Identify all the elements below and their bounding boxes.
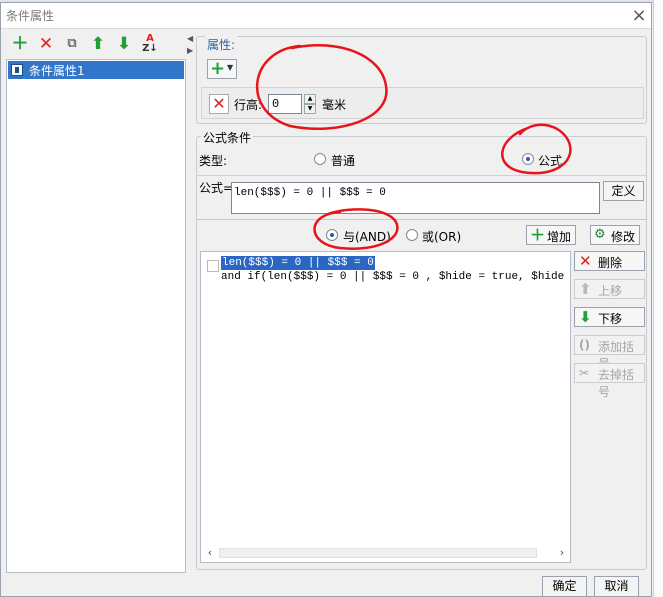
add-condition-button[interactable]: ＋ 增加 bbox=[526, 225, 576, 245]
condition-list-panel: 条件属性1 bbox=[6, 59, 186, 573]
define-button[interactable]: 定义 bbox=[603, 181, 644, 201]
add-property-dropdown[interactable]: + ▼ bbox=[207, 58, 237, 79]
expand-right-icon[interactable]: ▶ bbox=[187, 46, 193, 55]
move-down-icon[interactable]: ⬇ bbox=[114, 34, 134, 54]
window-title: 条件属性 bbox=[6, 9, 55, 23]
list-item[interactable]: and if(len($$$) = 0 || $$$ = 0 , $hide =… bbox=[221, 270, 570, 284]
copy-icon[interactable]: ⧉ bbox=[62, 34, 82, 54]
add-icon[interactable]: ＋ bbox=[10, 34, 30, 54]
ok-button[interactable]: 确定 bbox=[542, 576, 587, 597]
properties-legend: 属性: bbox=[205, 36, 238, 53]
condition-legend: 公式条件 bbox=[201, 129, 254, 146]
type-label: 类型: bbox=[199, 154, 228, 168]
plus-icon: ＋ bbox=[530, 226, 546, 244]
list-item[interactable]: len($$$) = 0 || $$$ = 0 bbox=[221, 256, 375, 270]
cancel-button[interactable]: 取消 bbox=[594, 576, 639, 597]
logic-or-radio[interactable] bbox=[406, 229, 418, 241]
horizontal-scrollbar[interactable]: ‹ › bbox=[201, 544, 570, 562]
plus-icon: + bbox=[210, 58, 226, 79]
divider bbox=[197, 175, 646, 176]
divider bbox=[197, 219, 646, 220]
scroll-right-icon[interactable]: › bbox=[555, 546, 569, 560]
row-checkbox[interactable] bbox=[207, 260, 219, 272]
spin-up-icon[interactable]: ▲ bbox=[304, 94, 316, 104]
type-formula-radio[interactable] bbox=[522, 153, 534, 165]
move-down-button[interactable]: ⬇ 下移 bbox=[574, 307, 645, 327]
type-normal-label[interactable]: 普通 bbox=[331, 152, 355, 169]
move-down-label: 下移 bbox=[598, 312, 623, 326]
title-bar: 条件属性 × bbox=[1, 3, 651, 29]
scroll-left-icon[interactable]: ‹ bbox=[203, 546, 217, 560]
move-up-icon: ⬆ bbox=[579, 280, 592, 298]
close-icon[interactable]: × bbox=[629, 6, 649, 26]
remove-parentheses-label: 去掉括号 bbox=[598, 368, 635, 399]
left-toolbar: ＋ ✕ ⧉ ⬆ ⬇ A Z↓ bbox=[6, 32, 186, 58]
edit-condition-label: 修改 bbox=[611, 230, 636, 244]
row-height-input[interactable]: 0 bbox=[268, 94, 302, 114]
delete-icon[interactable]: ✕ bbox=[36, 34, 56, 54]
logic-or-label[interactable]: 或(OR) bbox=[422, 228, 461, 245]
remove-parentheses-icon: ✂ bbox=[579, 366, 590, 380]
logic-and-radio[interactable] bbox=[326, 229, 338, 241]
add-condition-label: 增加 bbox=[547, 230, 572, 244]
formula-input[interactable]: len($$$) = 0 || $$$ = 0 bbox=[231, 182, 600, 214]
logic-and-label[interactable]: 与(AND) bbox=[343, 228, 391, 245]
row-height-spinner: ▲ ▼ bbox=[304, 94, 316, 114]
remove-property-button[interactable]: ✕ bbox=[209, 94, 229, 114]
properties-group: 属性: + ▼ ✕ 行高: 0 ▲ ▼ 毫米 bbox=[196, 36, 647, 124]
list-item[interactable]: 条件属性1 bbox=[8, 61, 184, 79]
delete-label: 删除 bbox=[598, 256, 623, 270]
move-up-button[interactable]: ⬆ 上移 bbox=[574, 279, 645, 299]
scroll-track[interactable] bbox=[219, 548, 537, 558]
condition-properties-dialog: 条件属性 × ＋ ✕ ⧉ ⬆ ⬇ A Z↓ 条件属性1 ◀ ▶ 属性: + ▼ ✕… bbox=[0, 2, 652, 597]
formula-condition-group: 公式条件 类型: 普通 公式 公式= len($$$) = 0 || $$$ =… bbox=[196, 129, 647, 570]
list-item-label: 条件属性1 bbox=[29, 64, 85, 78]
splitter[interactable]: ◀ ▶ bbox=[187, 32, 193, 572]
background-window-edge bbox=[653, 0, 663, 597]
move-down-icon: ⬇ bbox=[579, 308, 592, 326]
move-up-label: 上移 bbox=[598, 284, 623, 298]
unit-label: 毫米 bbox=[322, 98, 347, 112]
spin-down-icon[interactable]: ▼ bbox=[304, 104, 316, 114]
add-parentheses-button[interactable]: () 添加括号 bbox=[574, 335, 645, 371]
right-pane: 属性: + ▼ ✕ 行高: 0 ▲ ▼ 毫米 公式条件 类型: 普通 公式 公式… bbox=[194, 32, 651, 573]
sort-icon[interactable]: A Z↓ bbox=[140, 34, 160, 54]
type-formula-label[interactable]: 公式 bbox=[538, 152, 562, 169]
delete-button[interactable]: ✕ 删除 bbox=[574, 251, 645, 271]
type-normal-radio[interactable] bbox=[314, 153, 326, 165]
delete-icon: ✕ bbox=[579, 252, 592, 270]
move-up-icon[interactable]: ⬆ bbox=[88, 34, 108, 54]
edit-icon: ⚙ bbox=[594, 227, 606, 242]
formula-label: 公式= bbox=[199, 181, 234, 195]
row-height-label: 行高: bbox=[234, 98, 263, 112]
edit-condition-button[interactable]: ⚙ 修改 bbox=[590, 225, 640, 245]
document-icon bbox=[11, 64, 23, 76]
remove-parentheses-button[interactable]: ✂ 去掉括号 bbox=[574, 363, 645, 399]
condition-expression-list[interactable]: len($$$) = 0 || $$$ = 0 and if(len($$$) … bbox=[200, 251, 571, 563]
collapse-left-icon[interactable]: ◀ bbox=[187, 34, 193, 43]
parentheses-icon: () bbox=[579, 338, 590, 352]
row-height-property: ✕ 行高: 0 ▲ ▼ 毫米 bbox=[201, 87, 644, 119]
chevron-down-icon: ▼ bbox=[227, 63, 234, 72]
